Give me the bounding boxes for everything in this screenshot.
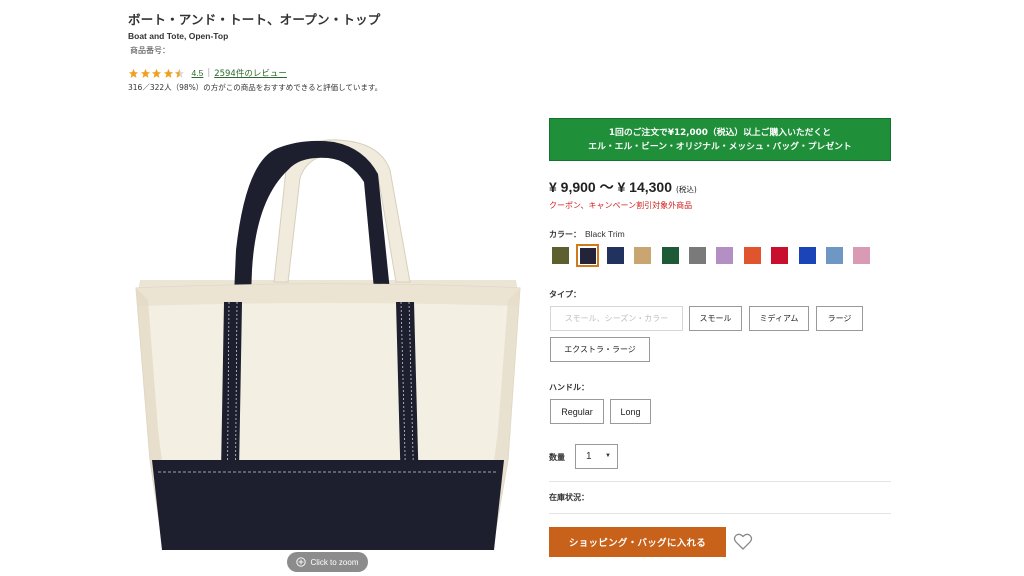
quantity-value: 1: [586, 451, 592, 462]
promo-banner[interactable]: 1回のご注文で¥12,000（税込）以上ご購入いただくと エル・エル・ビーン・オ…: [549, 118, 891, 161]
promo-line-2: エル・エル・ビーン・オリジナル・メッシュ・バッグ・プレゼント: [588, 141, 852, 152]
color-chip: [798, 247, 816, 264]
stock-label: 在庫状況：: [549, 493, 589, 502]
color-swatch[interactable]: [796, 244, 819, 267]
color-chip: [853, 247, 871, 264]
handle-option-regular[interactable]: Regular: [550, 399, 604, 424]
product-image[interactable]: [128, 130, 528, 560]
color-label: カラー： Black Trim: [549, 229, 625, 240]
color-swatch[interactable]: [768, 244, 791, 267]
type-option-small-season[interactable]: スモール、シーズン・カラー: [550, 306, 683, 331]
half-star-icon: [174, 68, 185, 78]
color-swatch[interactable]: [741, 244, 764, 267]
tax-label: (税込): [676, 185, 697, 194]
color-chip: [825, 247, 843, 264]
type-label: タイプ：: [549, 290, 581, 299]
add-to-bag-button[interactable]: ショッピング・バッグに入れる: [549, 527, 726, 557]
color-swatch[interactable]: [604, 244, 627, 267]
color-swatch[interactable]: [631, 244, 654, 267]
color-swatch[interactable]: [659, 244, 682, 267]
price-range: ¥ 9,900 〜 ¥ 14,300: [549, 179, 672, 195]
divider: [549, 513, 891, 514]
reviews-link[interactable]: 2594件のレビュー: [214, 67, 287, 79]
color-swatch[interactable]: [686, 244, 709, 267]
price: ¥ 9,900 〜 ¥ 14,300 (税込): [549, 177, 697, 197]
zoom-button[interactable]: Click to zoom: [287, 552, 368, 572]
type-option-medium[interactable]: ミディアム: [749, 306, 809, 331]
zoom-label: Click to zoom: [310, 557, 359, 567]
color-swatch[interactable]: [823, 244, 846, 267]
color-chip: [579, 247, 596, 264]
star-icon: [151, 68, 162, 78]
selected-color-name: Black Trim: [585, 229, 625, 239]
zoom-plus-icon: [296, 557, 307, 567]
color-chip: [634, 247, 652, 264]
quantity-label: 数量: [549, 453, 565, 462]
star-icon: [128, 68, 139, 78]
type-option-extra-large[interactable]: エクストラ・ラージ: [550, 337, 650, 362]
recommend-text: 316／322人（98%）の方がこの商品をおすすめできると評価しています。: [128, 83, 383, 92]
handle-label: ハンドル：: [549, 383, 589, 392]
color-chip: [606, 247, 624, 264]
color-chip: [688, 247, 706, 264]
quantity-select[interactable]: 1 ▼: [575, 444, 618, 469]
color-chip: [716, 247, 734, 264]
handle-option-long[interactable]: Long: [610, 399, 651, 424]
color-swatches: [549, 244, 878, 267]
chevron-down-icon: ▼: [605, 453, 611, 459]
product-subtitle: Boat and Tote, Open-Top: [128, 31, 229, 41]
heart-icon[interactable]: [733, 532, 753, 551]
type-option-large[interactable]: ラージ: [816, 306, 863, 331]
item-number-label: 商品番号：: [130, 46, 170, 55]
color-swatch[interactable]: [576, 244, 600, 267]
promo-line-1: 1回のご注文で¥12,000（税込）以上ご購入いただくと: [608, 127, 832, 138]
coupon-note: クーポン、キャンペーン割引対象外商品: [549, 201, 693, 210]
star-rating: [128, 68, 186, 79]
rating-separator: |: [207, 68, 211, 78]
color-chip: [552, 247, 569, 264]
star-icon: [140, 68, 150, 78]
star-icon: [163, 68, 173, 78]
rating-row: 4.5 | 2594件のレビュー: [128, 66, 287, 80]
color-chip: [771, 247, 789, 264]
color-chip: [661, 247, 679, 264]
type-option-small[interactable]: スモール: [689, 306, 742, 331]
divider: [549, 481, 891, 482]
color-swatch[interactable]: [713, 244, 736, 267]
rating-score-link[interactable]: 4.5: [192, 68, 204, 78]
color-label-text: カラー：: [549, 230, 581, 239]
color-swatch[interactable]: [549, 244, 572, 267]
item-number: 商品番号：: [128, 45, 172, 56]
color-chip: [743, 247, 761, 264]
color-swatch[interactable]: [850, 244, 873, 267]
product-title: ボート・アンド・トート、オープン・トップ: [128, 12, 381, 27]
